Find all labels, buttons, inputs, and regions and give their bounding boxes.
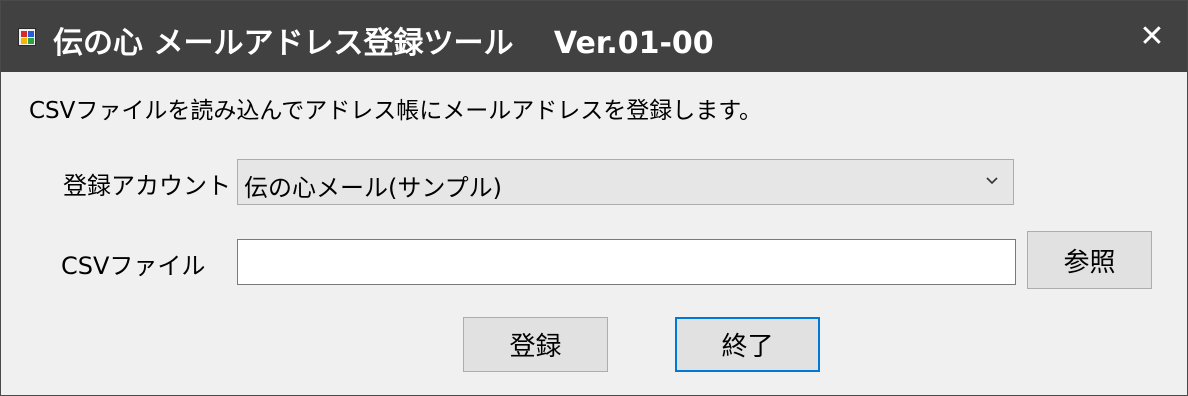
close-button[interactable]: ✕ [1117, 1, 1187, 72]
description-text: CSVファイルを読み込んでアドレス帳にメールアドレスを登録します。 [29, 98, 762, 124]
browse-button[interactable]: 参照 [1027, 231, 1152, 289]
account-select-value: 伝の心メール(サンプル) [244, 174, 503, 202]
app-window: 伝の心 メールアドレス登録ツール Ver.01-00 ✕ CSVファイルを読み込… [0, 0, 1188, 396]
csv-label: CSVファイル [61, 252, 206, 280]
app-icon [18, 28, 36, 46]
csv-file-input[interactable] [237, 239, 1016, 285]
chevron-down-icon [986, 177, 998, 185]
register-button[interactable]: 登録 [463, 317, 608, 372]
window-title: 伝の心 メールアドレス登録ツール Ver.01-00 [53, 26, 714, 61]
account-label: 登録アカウント [63, 172, 231, 200]
exit-button[interactable]: 終了 [675, 317, 820, 372]
close-icon: ✕ [1139, 19, 1165, 54]
account-select[interactable]: 伝の心メール(サンプル) [237, 159, 1014, 205]
title-bar[interactable]: 伝の心 メールアドレス登録ツール Ver.01-00 ✕ [1, 1, 1187, 72]
